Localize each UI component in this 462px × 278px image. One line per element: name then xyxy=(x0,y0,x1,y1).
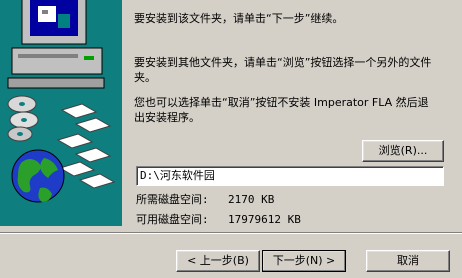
instruction-browse: 要安装到其他文件夹，请单击“浏览”按钮选择一个另外的文件夹。 xyxy=(134,56,432,84)
required-space-value: 2170 KB xyxy=(228,193,275,206)
cancel-button[interactable]: 取消 xyxy=(366,250,450,272)
setup-illustration xyxy=(0,0,122,226)
setup-dialog: 要安装到该文件夹，请单击“下一步”继续。 要安装到其他文件夹，请单击“浏览”按钮… xyxy=(0,0,462,278)
required-space-label: 所需磁盘空间: xyxy=(136,193,209,206)
footer-separator xyxy=(0,232,462,234)
instruction-cancel: 您也可以选择单击“取消”按钮不安装 Imperator FLA 然后退出安装程序… xyxy=(134,96,429,124)
back-button[interactable]: < 上一步(B) xyxy=(176,250,260,272)
available-space-row: 可用磁盘空间: 17979612 KB xyxy=(136,213,301,227)
next-button[interactable]: 下一步(N) > xyxy=(262,250,346,272)
cd-disc-icon xyxy=(7,95,39,142)
required-space-row: 所需磁盘空间: 2170 KB xyxy=(136,193,274,207)
available-space-value: 17979612 KB xyxy=(228,213,301,226)
instruction-next: 要安装到该文件夹，请单击“下一步”继续。 xyxy=(134,12,344,25)
install-path-field[interactable]: D:\河东软件园 xyxy=(136,166,444,186)
available-space-label: 可用磁盘空间: xyxy=(136,213,209,226)
computer-icon xyxy=(7,0,105,89)
floppy-disk-icon xyxy=(56,103,116,189)
globe-icon xyxy=(11,149,65,203)
browse-button[interactable]: 浏览(R)... xyxy=(362,140,444,162)
